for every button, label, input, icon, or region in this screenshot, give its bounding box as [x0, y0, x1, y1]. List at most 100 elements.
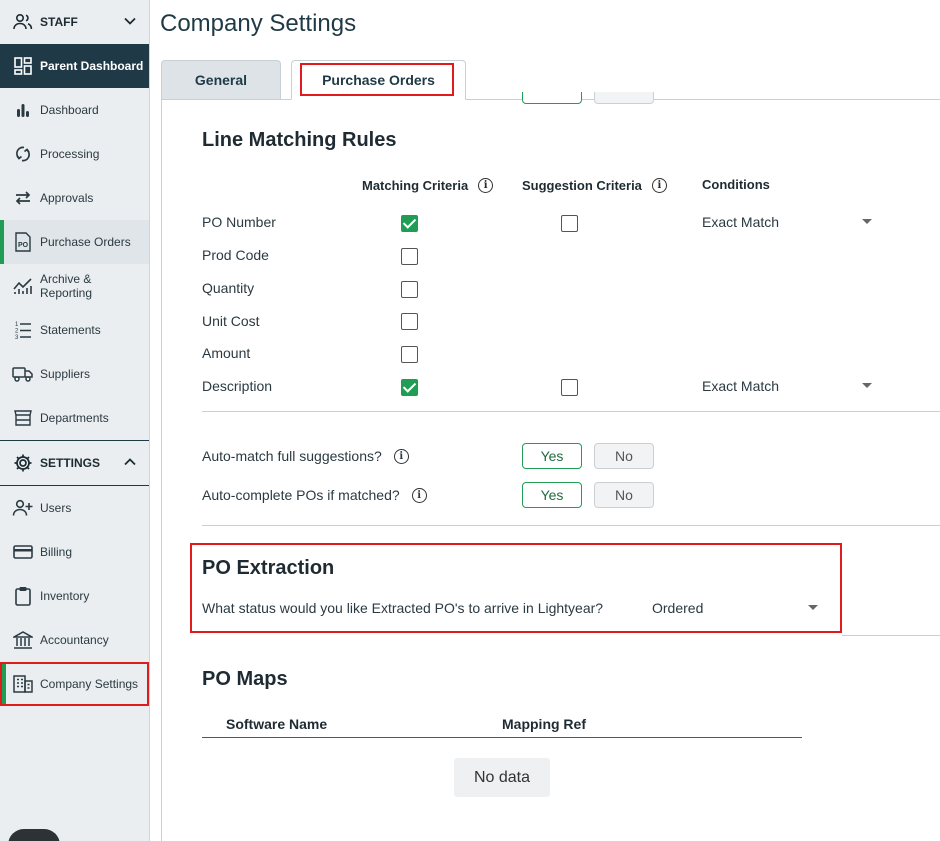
swap-arrows-icon — [12, 187, 34, 209]
highlight-box — [300, 63, 454, 96]
row-label-amount: Amount — [202, 345, 251, 361]
matching-checkbox-unit-cost[interactable] — [401, 313, 418, 330]
settings-label: SETTINGS — [40, 456, 101, 470]
sidebar-item-label: Dashboard — [40, 103, 99, 117]
chevron-down-icon — [124, 17, 136, 25]
svg-text:3: 3 — [15, 335, 19, 340]
sidebar-item-purchase-orders[interactable]: PO Purchase Orders — [0, 220, 149, 264]
auto-complete-question: Auto-complete POs if matched? i — [202, 487, 427, 503]
sidebar-item-company-settings[interactable]: Company Settings — [0, 662, 149, 706]
condition-value: Exact Match — [702, 378, 780, 394]
sidebar-item-label: Purchase Orders — [40, 235, 131, 249]
status-value: Ordered — [652, 600, 704, 616]
chat-launcher[interactable] — [8, 829, 60, 841]
tab-purchase-orders[interactable]: Purchase Orders — [291, 60, 466, 100]
condition-select-po-number[interactable]: Exact Match — [702, 214, 872, 230]
gear-icon — [12, 452, 34, 474]
tab-general[interactable]: General — [161, 60, 281, 99]
col-suggestion-label: Suggestion Criteria — [522, 178, 642, 193]
sidebar-item-label: Departments — [40, 411, 109, 425]
sidebar-item-processing[interactable]: Processing — [0, 132, 149, 176]
sidebar-item-accountancy[interactable]: Accountancy — [0, 618, 149, 662]
matching-checkbox-quantity[interactable] — [401, 281, 418, 298]
info-icon[interactable]: i — [411, 487, 427, 503]
main-content: Company Settings General Purchase Orders… — [150, 0, 940, 841]
matching-checkbox-description[interactable] — [401, 379, 418, 396]
col-suggestion-criteria: Suggestion Criteria i — [522, 178, 667, 193]
row-label-quantity: Quantity — [202, 280, 255, 296]
row-label-po-number: PO Number — [202, 214, 276, 230]
info-icon[interactable]: i — [478, 178, 494, 193]
clipboard-icon — [12, 585, 34, 607]
sidebar-item-label: Company Settings — [40, 677, 139, 691]
auto-match-no-button[interactable]: No — [594, 443, 654, 469]
sidebar-item-archive-reporting[interactable]: Archive & Reporting — [0, 264, 149, 308]
staff-label: STAFF — [40, 15, 78, 29]
bank-icon — [12, 629, 34, 651]
sidebar-item-label: Statements — [40, 323, 101, 337]
info-icon[interactable]: i — [651, 178, 667, 193]
sidebar-item-approvals[interactable]: Approvals — [0, 176, 149, 220]
sidebar-item-billing[interactable]: Billing — [0, 530, 149, 574]
building-icon — [12, 673, 34, 695]
storefront-icon — [12, 407, 34, 429]
sidebar-item-label: Billing — [40, 545, 73, 559]
condition-select-description[interactable]: Exact Match — [702, 378, 872, 394]
col-mapping-ref: Mapping Ref — [502, 716, 586, 732]
partial-yes-button[interactable] — [522, 92, 582, 104]
sidebar-item-label: Suppliers — [40, 367, 91, 381]
sidebar-item-users[interactable]: Users — [0, 486, 149, 530]
sidebar-item-statements[interactable]: 123 Statements — [0, 308, 149, 352]
credit-card-icon — [12, 541, 34, 563]
info-icon[interactable]: i — [393, 448, 409, 464]
section-divider — [842, 635, 940, 636]
auto-complete-no-button[interactable]: No — [594, 482, 654, 508]
section-divider — [202, 411, 940, 412]
caret-down-icon — [808, 605, 818, 610]
section-divider — [202, 525, 940, 526]
truck-icon — [12, 363, 34, 385]
empty-state: No data — [454, 758, 550, 797]
sidebar-item-label: Approvals — [40, 191, 94, 205]
col-conditions: Conditions — [702, 177, 770, 192]
sidebar-item-parent-dashboard[interactable]: Parent Dashboard — [0, 44, 149, 88]
content-left-border — [161, 99, 162, 841]
sidebar-item-label: Processing — [40, 147, 100, 161]
condition-value: Exact Match — [702, 214, 780, 230]
po-extraction-status-select[interactable]: Ordered — [652, 600, 818, 616]
table-header-divider — [202, 737, 802, 738]
settings-section-toggle[interactable]: SETTINGS — [0, 441, 149, 485]
sidebar-item-departments[interactable]: Departments — [0, 396, 149, 440]
po-extraction-question: What status would you like Extracted PO'… — [202, 600, 604, 616]
sync-icon — [12, 143, 34, 165]
auto-match-yes-button[interactable]: Yes — [522, 443, 582, 469]
row-label-unit-cost: Unit Cost — [202, 313, 260, 329]
chevron-up-icon — [124, 458, 136, 466]
archive-label-line2: Reporting — [40, 286, 93, 300]
staff-icon — [12, 11, 34, 33]
sidebar-item-label: Parent Dashboard — [40, 59, 144, 73]
sidebar-item-label: Inventory — [40, 589, 90, 603]
dashboard-grid-icon — [12, 55, 34, 77]
auto-complete-yes-button[interactable]: Yes — [522, 482, 582, 508]
matching-checkbox-prod-code[interactable] — [401, 248, 418, 265]
svg-text:2: 2 — [15, 329, 19, 335]
staff-section-toggle[interactable]: STAFF — [0, 0, 149, 44]
col-matching-criteria: Matching Criteria i — [362, 178, 494, 193]
row-label-description: Description — [202, 378, 273, 394]
matching-checkbox-po-number[interactable] — [401, 215, 418, 232]
auto-match-question: Auto-match full suggestions? i — [202, 448, 409, 464]
partial-no-button[interactable] — [594, 92, 654, 104]
sidebar-item-inventory[interactable]: Inventory — [0, 574, 149, 618]
suggestion-checkbox-po-number[interactable] — [561, 215, 578, 232]
add-user-icon — [12, 497, 34, 519]
col-software-name: Software Name — [226, 716, 328, 732]
col-matching-label: Matching Criteria — [362, 178, 469, 193]
row-label-prod-code: Prod Code — [202, 247, 269, 263]
auto-match-label: Auto-match full suggestions? — [202, 448, 382, 464]
po-extraction-title: PO Extraction — [202, 557, 335, 579]
sidebar-item-suppliers[interactable]: Suppliers — [0, 352, 149, 396]
suggestion-checkbox-description[interactable] — [561, 379, 578, 396]
matching-checkbox-amount[interactable] — [401, 346, 418, 363]
sidebar-item-dashboard[interactable]: Dashboard — [0, 88, 149, 132]
